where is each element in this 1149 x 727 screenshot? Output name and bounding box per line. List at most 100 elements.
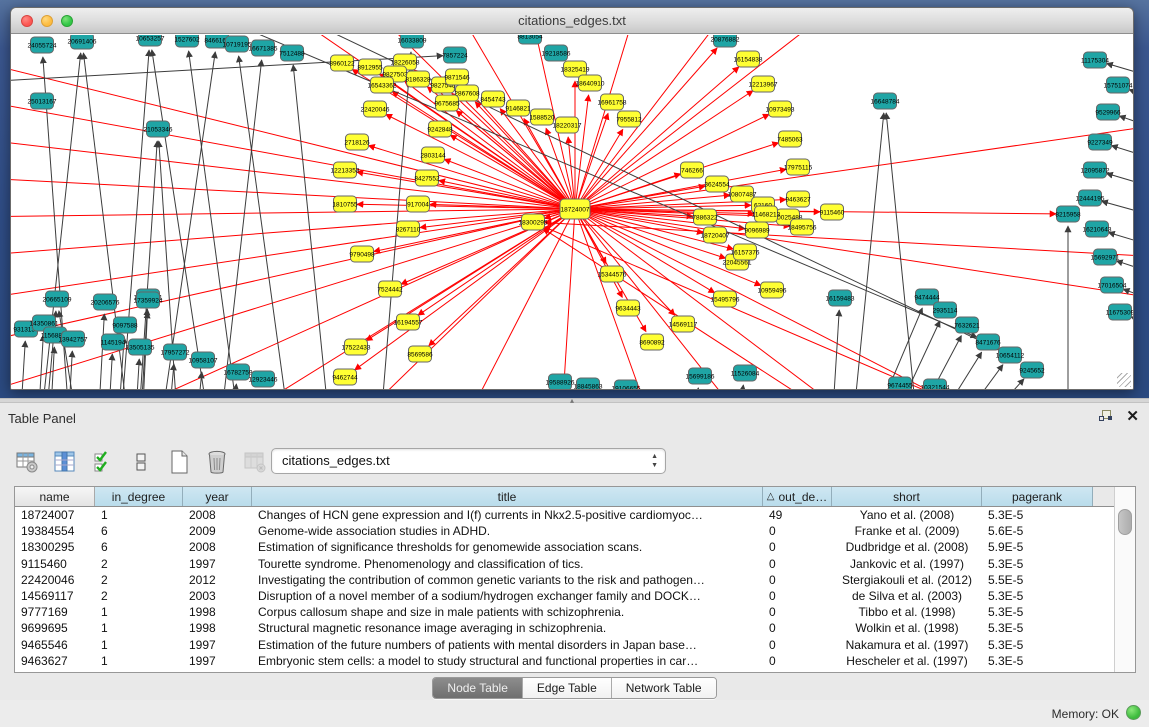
table-row[interactable]: 1938455462009Genome-wide association stu…	[15, 523, 1114, 539]
cell-name[interactable]: 9777169	[15, 604, 95, 620]
network-node[interactable]: 10321544	[921, 379, 950, 390]
close-panel-icon[interactable]: ✕	[1126, 410, 1139, 423]
cell-year[interactable]: 2009	[183, 523, 252, 539]
network-node[interactable]: 9675685	[434, 95, 460, 111]
cell-pagerank[interactable]: 5.5E-5	[982, 572, 1093, 588]
cell-year[interactable]: 2008	[183, 539, 252, 555]
network-node[interactable]: 19218586	[542, 45, 571, 61]
cell-year[interactable]: 1997	[183, 653, 252, 669]
network-node[interactable]: 24055724	[28, 37, 57, 53]
network-node[interactable]: 16194557	[394, 314, 423, 330]
network-node[interactable]: 12923446	[249, 371, 278, 387]
network-node[interactable]: 2718126	[344, 134, 370, 150]
table-row[interactable]: 977716911998Corpus callosum shape and si…	[15, 604, 1114, 620]
cell-name[interactable]: 14569117	[15, 588, 95, 604]
network-node[interactable]: 18720407	[701, 227, 730, 243]
cell-title[interactable]: Estimation of significance thresholds fo…	[252, 539, 763, 555]
cell-short[interactable]: Wolkin et al. (1998)	[832, 620, 982, 636]
network-node[interactable]: 15751074	[1104, 77, 1133, 93]
network-node[interactable]: 20691406	[68, 35, 97, 49]
cell-year[interactable]: 2003	[183, 588, 252, 604]
network-node[interactable]: 9242848	[427, 121, 453, 137]
network-node[interactable]: 917004	[407, 196, 430, 212]
cell-short[interactable]: Hescheler et al. (1997)	[832, 653, 982, 669]
network-node[interactable]: 15344576	[598, 266, 627, 282]
network-node[interactable]: 11526084	[731, 365, 760, 381]
cell-in_degree[interactable]: 1	[95, 620, 183, 636]
float-panel-icon[interactable]	[1099, 410, 1112, 423]
network-node[interactable]: 7512488	[279, 45, 305, 61]
network-node[interactable]: 10653257	[136, 35, 165, 46]
cell-name[interactable]: 18724007	[15, 507, 95, 523]
table-row[interactable]: 1872400712008Changes of HCN gene express…	[15, 507, 1114, 523]
cell-pagerank[interactable]: 5.6E-5	[982, 523, 1093, 539]
table-row[interactable]: 969969511998Structural magnetic resonanc…	[15, 620, 1114, 636]
network-node[interactable]: 9529966	[1095, 104, 1121, 120]
cell-pagerank[interactable]: 5.9E-5	[982, 539, 1093, 555]
network-node[interactable]: 11175304	[1081, 52, 1109, 68]
cell-out_de[interactable]: 0	[763, 539, 832, 555]
cell-out_de[interactable]: 0	[763, 604, 832, 620]
cell-name[interactable]: 9463627	[15, 653, 95, 669]
cell-year[interactable]: 1998	[183, 604, 252, 620]
table-selector[interactable]: citations_edges.txt ▲▼	[271, 448, 666, 474]
network-node[interactable]: 9634443	[615, 300, 641, 316]
network-node[interactable]: 9463627	[785, 191, 811, 207]
column-header-year[interactable]: year	[183, 487, 252, 506]
network-node[interactable]: 12444195	[1076, 190, 1105, 206]
network-node[interactable]: 10719195	[223, 36, 252, 52]
cell-in_degree[interactable]: 1	[95, 604, 183, 620]
cell-name[interactable]: 19384554	[15, 523, 95, 539]
cell-in_degree[interactable]: 1	[95, 653, 183, 669]
network-node[interactable]: 8690892	[639, 334, 665, 350]
cell-in_degree[interactable]: 2	[95, 572, 183, 588]
network-node[interactable]: 25013167	[28, 93, 57, 109]
network-node[interactable]: 11468213	[752, 206, 781, 222]
network-node[interactable]: 7857224	[442, 47, 468, 63]
network-node[interactable]: 17359924	[134, 292, 163, 308]
network-node[interactable]: 8454743	[480, 91, 506, 107]
cell-pagerank[interactable]: 5.3E-5	[982, 556, 1093, 572]
network-node[interactable]: 9096989	[744, 222, 770, 238]
cell-in_degree[interactable]: 2	[95, 588, 183, 604]
cell-name[interactable]: 9699695	[15, 620, 95, 636]
network-node[interactable]: 19106655	[612, 380, 641, 390]
network-node[interactable]: 15495796	[711, 291, 740, 307]
network-node[interactable]: 10973493	[766, 101, 795, 117]
network-node[interactable]: 8960122	[329, 55, 355, 71]
network-node[interactable]: 14569117	[669, 316, 698, 332]
cell-title[interactable]: Disruption of a novel member of a sodium…	[252, 588, 763, 604]
table-scrollbar[interactable]	[1114, 487, 1135, 672]
network-node[interactable]: 3624554	[704, 176, 730, 192]
network-node[interactable]: 8471676	[975, 334, 1001, 350]
network-node[interactable]: 8427552	[414, 170, 440, 186]
network-node[interactable]: 13505135	[126, 339, 155, 355]
network-node[interactable]: 746266	[681, 162, 704, 178]
column-header-pagerank[interactable]: pagerank	[982, 487, 1093, 506]
column-header-title[interactable]: title	[252, 487, 763, 506]
tab-node-table[interactable]: Node Table	[433, 678, 523, 698]
cell-out_de[interactable]: 0	[763, 620, 832, 636]
cell-pagerank[interactable]: 5.3E-5	[982, 620, 1093, 636]
network-node[interactable]: 9462744	[332, 369, 358, 385]
cell-title[interactable]: Corpus callosum shape and size in male p…	[252, 604, 763, 620]
cell-out_de[interactable]: 49	[763, 507, 832, 523]
network-node[interactable]: 16961758	[598, 94, 627, 110]
network-node[interactable]: 8912955	[357, 59, 383, 75]
cell-year[interactable]: 2012	[183, 572, 252, 588]
table-row[interactable]: 1456911722003Disruption of a novel membe…	[15, 588, 1114, 604]
network-node[interactable]: 18220317	[553, 117, 582, 133]
network-node[interactable]: 18845863	[574, 378, 603, 390]
cell-pagerank[interactable]: 5.3E-5	[982, 653, 1093, 669]
network-node[interactable]: 16671385	[249, 40, 278, 56]
network-window-titlebar[interactable]: citations_edges.txt	[11, 8, 1133, 34]
cell-year[interactable]: 1997	[183, 556, 252, 572]
network-node[interactable]: 9115460	[820, 204, 845, 220]
cell-pagerank[interactable]: 5.3E-5	[982, 507, 1093, 523]
table-row[interactable]: 1830029562008Estimation of significance …	[15, 539, 1114, 555]
network-node[interactable]: 7524442	[377, 281, 403, 297]
network-node[interactable]: 1810755	[332, 196, 358, 212]
network-node[interactable]: 15692971	[1091, 249, 1120, 265]
network-node[interactable]: 16033809	[398, 35, 427, 48]
table-scrollbar-thumb[interactable]	[1118, 509, 1132, 535]
